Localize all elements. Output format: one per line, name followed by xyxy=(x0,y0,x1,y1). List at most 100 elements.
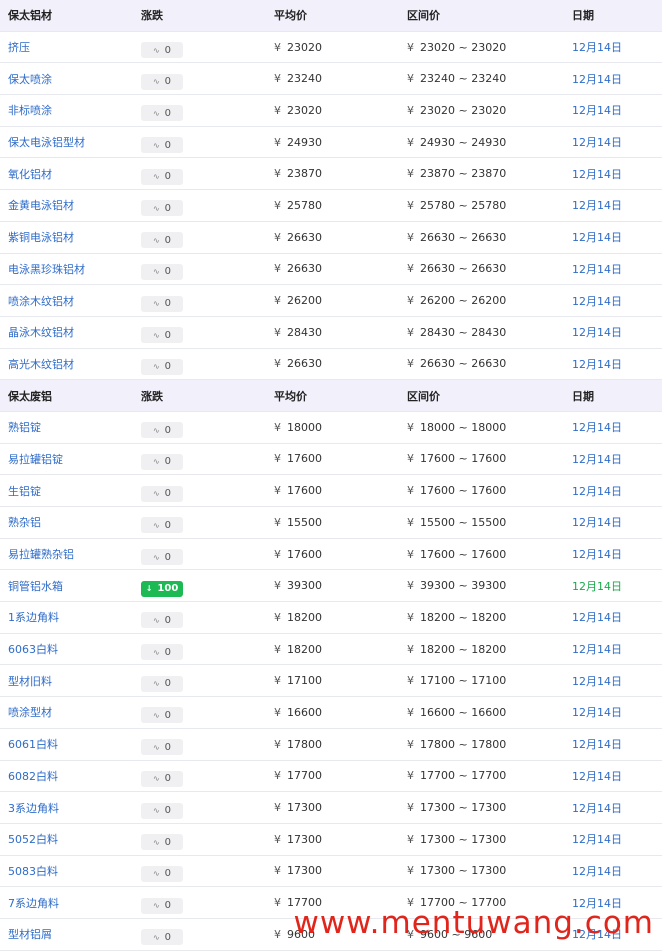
avg-price-value: 26630 xyxy=(287,230,322,244)
date-link[interactable]: 12月14日 xyxy=(572,697,622,728)
product-name-link[interactable]: 型材铝屑 xyxy=(8,919,52,950)
avg-price-cell: ¥17600 xyxy=(274,539,322,570)
change-cell: ∿ 0 xyxy=(141,190,183,221)
product-name-link[interactable]: 型材旧料 xyxy=(8,665,52,696)
product-name-link[interactable]: 紫铜电泳铝材 xyxy=(8,222,74,253)
table-row: 电泳黑珍珠铝材 ∿ 0 ¥26630 ¥26630 ~ 26630 12月14日 xyxy=(0,254,662,286)
date-link[interactable]: 12月14日 xyxy=(572,856,622,887)
table-row: 晶泳木纹铝材 ∿ 0 ¥28430 ¥28430 ~ 28430 12月14日 xyxy=(0,317,662,349)
product-name-link[interactable]: 电泳黑珍珠铝材 xyxy=(8,254,85,285)
date-link[interactable]: 12月14日 xyxy=(572,665,622,696)
date-link[interactable]: 12月14日 xyxy=(572,317,622,348)
price-range-cell: ¥17600 ~ 17600 xyxy=(407,539,506,570)
date-link[interactable]: 12月14日 xyxy=(572,158,622,189)
wave-icon: ∿ xyxy=(152,774,160,784)
product-name-link[interactable]: 熟铝锭 xyxy=(8,412,41,443)
date-link[interactable]: 12月14日 xyxy=(572,254,622,285)
price-range-cell: ¥26630 ~ 26630 xyxy=(407,222,506,253)
price-range-value: 25780 ~ 25780 xyxy=(420,198,507,212)
avg-price-cell: ¥23240 xyxy=(274,63,322,94)
range-header: 区间价 xyxy=(407,9,440,23)
range-header: 区间价 xyxy=(407,389,440,403)
yen-symbol: ¥ xyxy=(407,357,414,371)
price-range-cell: ¥16600 ~ 16600 xyxy=(407,697,506,728)
change-cell: ∿ 0 xyxy=(141,32,183,63)
date-link[interactable]: 12月14日 xyxy=(572,507,622,538)
date-link[interactable]: 12月14日 xyxy=(572,761,622,792)
date-link[interactable]: 12月14日 xyxy=(572,412,622,443)
avg-price-cell: ¥25780 xyxy=(274,190,322,221)
product-name-link[interactable]: 喷涂木纹铝材 xyxy=(8,285,74,316)
date-link[interactable]: 12月14日 xyxy=(572,222,622,253)
product-name-link[interactable]: 铜管铝水箱 xyxy=(8,570,63,601)
date-link[interactable]: 12月14日 xyxy=(572,444,622,475)
product-name-link[interactable]: 1系边角料 xyxy=(8,602,59,633)
date-link[interactable]: 12月14日 xyxy=(572,634,622,665)
product-name-link[interactable]: 氧化铝材 xyxy=(8,158,52,189)
change-badge: ∿ 0 xyxy=(141,263,183,280)
date-link[interactable]: 12月14日 xyxy=(572,602,622,633)
yen-symbol: ¥ xyxy=(407,832,414,846)
product-name-link[interactable]: 喷涂型材 xyxy=(8,697,52,728)
product-name-link[interactable]: 保太喷涂 xyxy=(8,63,52,94)
price-range-cell: ¥26200 ~ 26200 xyxy=(407,285,506,316)
change-value: 0 xyxy=(164,931,172,943)
product-name-link[interactable]: 7系边角料 xyxy=(8,887,59,918)
table-row: 生铝锭 ∿ 0 ¥17600 ¥17600 ~ 17600 12月14日 xyxy=(0,475,662,507)
wave-icon: ∿ xyxy=(152,742,160,752)
table-row: 紫铜电泳铝材 ∿ 0 ¥26630 ¥26630 ~ 26630 12月14日 xyxy=(0,222,662,254)
date-link[interactable]: 12月14日 xyxy=(572,824,622,855)
date-link[interactable]: 12月14日 xyxy=(572,539,622,570)
change-badge: ∿ 0 xyxy=(141,422,183,439)
date-link[interactable]: 12月14日 xyxy=(572,32,622,63)
date-link[interactable]: 12月14日 xyxy=(572,570,622,601)
avg-price-cell: ¥18200 xyxy=(274,634,322,665)
date-link[interactable]: 12月14日 xyxy=(572,95,622,126)
product-name-link[interactable]: 金黄电泳铝材 xyxy=(8,190,74,221)
product-name-link[interactable]: 3系边角料 xyxy=(8,792,59,823)
product-name-link[interactable]: 高光木纹铝材 xyxy=(8,349,74,380)
wave-icon: ∿ xyxy=(152,172,160,182)
date-link[interactable]: 12月14日 xyxy=(572,63,622,94)
product-name-link[interactable]: 生铝锭 xyxy=(8,475,41,506)
date-link[interactable]: 12月14日 xyxy=(572,190,622,221)
yen-symbol: ¥ xyxy=(407,167,414,181)
product-name-link[interactable]: 6061白料 xyxy=(8,729,58,760)
product-name-link[interactable]: 5083白料 xyxy=(8,856,58,887)
yen-symbol: ¥ xyxy=(274,294,281,308)
product-name-link[interactable]: 易拉罐熟杂铝 xyxy=(8,539,74,570)
wave-icon: ∿ xyxy=(152,869,160,879)
date-link[interactable]: 12月14日 xyxy=(572,127,622,158)
product-name-link[interactable]: 6063白料 xyxy=(8,634,58,665)
date-link[interactable]: 12月14日 xyxy=(572,349,622,380)
change-badge: ∿ 0 xyxy=(141,137,183,154)
date-link[interactable]: 12月14日 xyxy=(572,475,622,506)
table-row: 铜管铝水箱 ↓ 100 ¥39300 ¥39300 ~ 39300 12月14日 xyxy=(0,570,662,603)
change-value: 0 xyxy=(164,171,172,183)
product-name-link[interactable]: 易拉罐铝锭 xyxy=(8,444,63,475)
price-range-cell: ¥39300 ~ 39300 xyxy=(407,570,506,601)
change-value: 0 xyxy=(164,709,172,721)
product-name-link[interactable]: 晶泳木纹铝材 xyxy=(8,317,74,348)
price-range-cell: ¥18000 ~ 18000 xyxy=(407,412,506,443)
change-badge: ∿ 0 xyxy=(141,42,183,59)
wave-icon: ∿ xyxy=(152,457,160,467)
change-badge: ∿ 0 xyxy=(141,612,183,629)
price-range-value: 26200 ~ 26200 xyxy=(420,294,507,308)
yen-symbol: ¥ xyxy=(407,72,414,86)
table-row: 3系边角料 ∿ 0 ¥17300 ¥17300 ~ 17300 12月14日 xyxy=(0,792,662,824)
date-link[interactable]: 12月14日 xyxy=(572,729,622,760)
wave-icon: ∿ xyxy=(152,552,160,562)
date-link[interactable]: 12月14日 xyxy=(572,792,622,823)
avg-price-cell: ¥17700 xyxy=(274,761,322,792)
change-cell: ∿ 0 xyxy=(141,539,183,570)
product-name-link[interactable]: 挤压 xyxy=(8,32,30,63)
avg-price-cell: ¥23020 xyxy=(274,32,322,63)
wave-icon: ∿ xyxy=(152,806,160,816)
date-link[interactable]: 12月14日 xyxy=(572,285,622,316)
product-name-link[interactable]: 非标喷涂 xyxy=(8,95,52,126)
product-name-link[interactable]: 6082白料 xyxy=(8,761,58,792)
product-name-link[interactable]: 熟杂铝 xyxy=(8,507,41,538)
product-name-link[interactable]: 5052白料 xyxy=(8,824,58,855)
product-name-link[interactable]: 保太电泳铝型材 xyxy=(8,127,85,158)
